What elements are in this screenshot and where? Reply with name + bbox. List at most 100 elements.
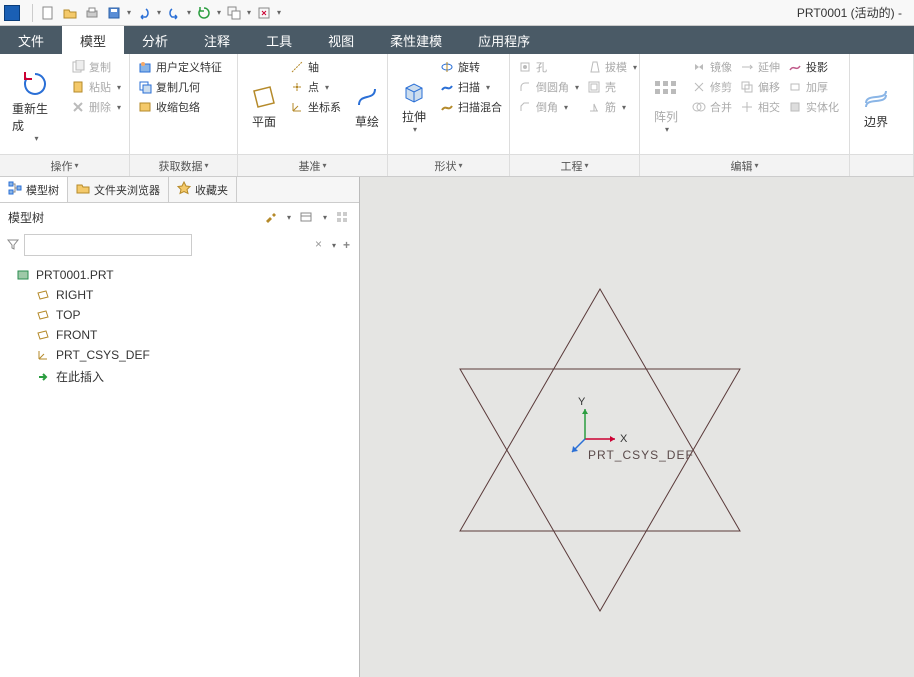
settings-icon[interactable]: [333, 208, 351, 226]
group-label-edit[interactable]: 编辑▾: [640, 155, 850, 176]
filter-input[interactable]: [24, 234, 192, 256]
solidify-button[interactable]: 实体化: [786, 98, 841, 116]
group-operate: 重新生成 ▾ 复制 粘贴▾ 删除▾: [0, 54, 130, 154]
shrinkwrap-button[interactable]: 收缩包络: [136, 98, 224, 116]
tree-item-top[interactable]: TOP: [0, 305, 359, 325]
save-icon[interactable]: [106, 5, 122, 21]
folder-icon: [76, 181, 90, 198]
tab-tools[interactable]: 工具: [248, 26, 310, 54]
draft-button[interactable]: 拔模▾: [585, 58, 639, 76]
clear-icon[interactable]: ×: [315, 237, 322, 251]
hole-button[interactable]: 孔: [516, 58, 581, 76]
filter-icon[interactable]: [6, 237, 20, 254]
rib-button[interactable]: 筋▾: [585, 98, 639, 116]
plane-icon: [36, 288, 50, 302]
plane-button[interactable]: 平面: [244, 58, 284, 154]
sidebar-title: 模型树: [8, 209, 255, 226]
sidebar-filter-row: × ▾ +: [0, 231, 359, 259]
tab-flex[interactable]: 柔性建模: [372, 26, 460, 54]
open-icon[interactable]: [62, 5, 78, 21]
intersect-button[interactable]: 相交: [738, 98, 782, 116]
tab-file[interactable]: 文件: [0, 26, 62, 54]
tree-item-csys[interactable]: PRT_CSYS_DEF: [0, 345, 359, 365]
revolve-button[interactable]: 旋转: [438, 58, 504, 76]
extrude-button[interactable]: 拉伸 ▾: [394, 58, 434, 154]
axis-x-label: X: [620, 433, 628, 445]
tree-item-insert-here[interactable]: 在此插入: [0, 365, 359, 388]
delete-button[interactable]: 删除▾: [69, 98, 123, 116]
redo-icon[interactable]: [166, 5, 182, 21]
project-button[interactable]: 投影: [786, 58, 841, 76]
copy-geom-button[interactable]: 复制几何: [136, 78, 224, 96]
new-icon[interactable]: [40, 5, 56, 21]
undo-dropdown-icon[interactable]: ▾: [155, 5, 163, 21]
windows-icon[interactable]: [226, 5, 242, 21]
tab-apps[interactable]: 应用程序: [460, 26, 548, 54]
boundary-button[interactable]: 边界: [856, 58, 896, 154]
csys-icon: [36, 348, 50, 362]
print-icon[interactable]: [84, 5, 100, 21]
sweep-button[interactable]: 扫描▾: [438, 78, 504, 96]
udf-button[interactable]: 用户定义特征: [136, 58, 224, 76]
trim-button[interactable]: 修剪: [690, 78, 734, 96]
tree-root[interactable]: PRT0001.PRT: [0, 265, 359, 285]
merge-button[interactable]: 合并: [690, 98, 734, 116]
regen-dropdown-icon[interactable]: ▾: [215, 5, 223, 21]
group-engineering: 孔 倒圆角▾ 倒角▾ 拔模▾ 壳 筋▾: [510, 54, 640, 154]
csys-button[interactable]: 坐标系: [288, 98, 343, 116]
sketch-button[interactable]: 草绘: [347, 58, 387, 154]
thicken-button[interactable]: 加厚: [786, 78, 841, 96]
save-dropdown-icon[interactable]: ▾: [125, 5, 133, 21]
add-icon[interactable]: +: [340, 238, 353, 252]
undo-icon[interactable]: [136, 5, 152, 21]
shell-button[interactable]: 壳: [585, 78, 639, 96]
window-title: PRT0001 (活动的) -: [797, 4, 910, 21]
tree-item-right[interactable]: RIGHT: [0, 285, 359, 305]
pattern-button[interactable]: 阵列 ▾: [646, 58, 686, 154]
group-label-shapes[interactable]: 形状▾: [388, 155, 510, 176]
chevron-down-icon[interactable]: ▾: [287, 213, 291, 222]
tab-annotate[interactable]: 注释: [186, 26, 248, 54]
round-button[interactable]: 倒圆角▾: [516, 78, 581, 96]
redo-dropdown-icon[interactable]: ▾: [185, 5, 193, 21]
csys-label: PRT_CSYS_DEF: [588, 448, 694, 462]
star-icon: [177, 181, 191, 198]
copy-button[interactable]: 复制: [69, 58, 123, 76]
tab-analysis[interactable]: 分析: [124, 26, 186, 54]
group-label-datum[interactable]: 基准▾: [238, 155, 388, 176]
sidebar-tab-favorites[interactable]: 收藏夹: [169, 177, 237, 202]
group-label-get-data[interactable]: 获取数据▾: [130, 155, 238, 176]
swept-blend-button[interactable]: 扫描混合: [438, 98, 504, 116]
group-label-operate[interactable]: 操作▾: [0, 155, 130, 176]
filter-dropdown-icon[interactable]: ▾: [332, 241, 336, 250]
extend-button[interactable]: 延伸: [738, 58, 782, 76]
ribbon: 重新生成 ▾ 复制 粘贴▾ 删除▾ 用户定义特征 复制几何 收缩包络 平面: [0, 54, 914, 177]
paste-button[interactable]: 粘贴▾: [69, 78, 123, 96]
chevron-down-icon[interactable]: ▾: [323, 213, 327, 222]
point-button[interactable]: 点▾: [288, 78, 343, 96]
group-label-engineering[interactable]: 工程▾: [510, 155, 640, 176]
close-dropdown-icon[interactable]: ▾: [275, 5, 283, 21]
tree-item-front[interactable]: FRONT: [0, 325, 359, 345]
tab-view[interactable]: 视图: [310, 26, 372, 54]
chamfer-button[interactable]: 倒角▾: [516, 98, 581, 116]
show-icon[interactable]: [297, 208, 315, 226]
graphics-canvas[interactable]: X Y PRT_CSYS_DEF: [360, 177, 914, 677]
sidebar-tab-folder-browser[interactable]: 文件夹浏览器: [68, 177, 169, 202]
windows-dropdown-icon[interactable]: ▾: [245, 5, 253, 21]
axis-button[interactable]: 轴: [288, 58, 343, 76]
sidebar-header: 模型树 ▾ ▾: [0, 203, 359, 231]
regenerate-label: 重新生成: [12, 100, 59, 134]
close-window-icon[interactable]: [256, 5, 272, 21]
plane-icon: [36, 308, 50, 322]
sidebar-tabs: 模型树 文件夹浏览器 收藏夹: [0, 177, 359, 203]
tab-model[interactable]: 模型: [62, 26, 124, 54]
mirror-button[interactable]: 镜像: [690, 58, 734, 76]
regen-quick-icon[interactable]: [196, 5, 212, 21]
sidebar-tab-model-tree[interactable]: 模型树: [0, 177, 68, 202]
regenerate-button[interactable]: 重新生成 ▾: [6, 58, 65, 154]
title-bar: ▾ ▾ ▾ ▾ ▾ ▾ PRT0001 (活动的) -: [0, 0, 914, 26]
main-area: 模型树 文件夹浏览器 收藏夹 模型树 ▾ ▾ × ▾ +: [0, 177, 914, 677]
offset-button[interactable]: 偏移: [738, 78, 782, 96]
tools-icon[interactable]: [261, 208, 279, 226]
